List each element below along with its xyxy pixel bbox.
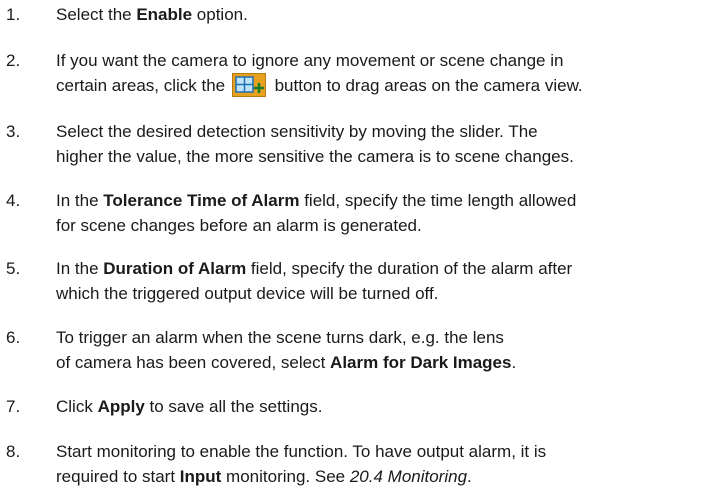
step-text: of camera has been covered, select <box>56 353 331 372</box>
step-text: To trigger an alarm when the scene turns… <box>56 328 504 347</box>
cross-reference: 20.4 Monitoring <box>349 467 468 486</box>
step-text: In the <box>56 191 104 210</box>
step-text: monitoring. See <box>221 467 350 486</box>
step-number: 8. <box>6 442 21 461</box>
step-text: certain areas, click the <box>56 76 230 95</box>
step-text: . <box>467 467 472 486</box>
step-number: 7. <box>6 397 21 416</box>
ui-term: Duration of Alarm <box>103 259 247 278</box>
step-number: 2. <box>6 51 21 70</box>
add-grid-area-icon <box>231 72 266 97</box>
step-text: required to start <box>56 467 180 486</box>
instruction-list: 1. Select the Enable option. 2. If you w… <box>0 0 713 499</box>
step-text: Click <box>56 397 98 416</box>
step-text: which the triggered output device will b… <box>56 284 439 303</box>
step-text: . <box>511 353 517 372</box>
step-number: 3. <box>6 122 21 141</box>
step-text: for scene changes before an alarm is gen… <box>56 216 422 235</box>
step-number: 6. <box>6 328 21 347</box>
ui-term: Enable <box>136 5 193 24</box>
step-text: field, specify the time length allowed <box>299 191 577 210</box>
step-text: Start monitoring to enable the function.… <box>56 442 547 461</box>
step-number: 1. <box>6 5 21 24</box>
step-number: 5. <box>6 259 21 278</box>
step-number: 4. <box>6 191 21 210</box>
step-text: option. <box>192 5 248 24</box>
ui-term: Alarm for Dark Images <box>330 353 512 372</box>
step-text: In the <box>56 259 104 278</box>
step-text: If you want the camera to ignore any mov… <box>56 51 564 70</box>
step-text: button to drag areas on the camera view. <box>269 76 583 95</box>
step-text: Select the <box>56 5 137 24</box>
step-text: higher the value, the more sensitive the… <box>56 147 574 166</box>
ui-term: Tolerance Time of Alarm <box>103 191 300 210</box>
ui-term: Input <box>179 467 222 486</box>
step-text: field, specify the duration of the alarm… <box>246 259 573 278</box>
ui-term: Apply <box>97 397 145 416</box>
step-text: Select the desired detection sensitivity… <box>56 122 538 141</box>
step-text: to save all the settings. <box>144 397 323 416</box>
